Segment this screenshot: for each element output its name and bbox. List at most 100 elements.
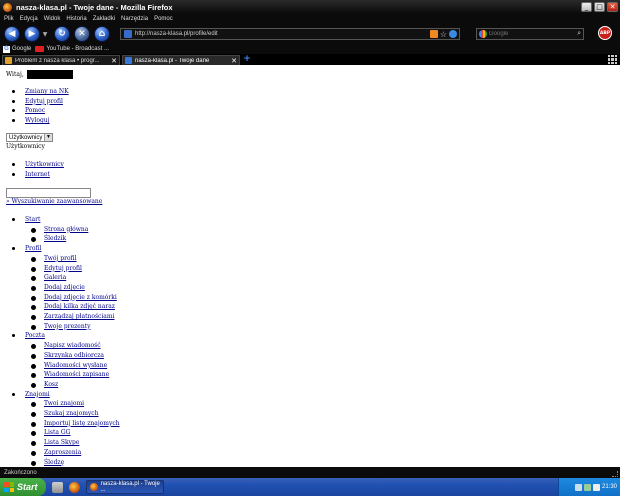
sub-link[interactable]: Zarządzaj płatnościami: [44, 313, 115, 320]
url-bar[interactable]: http://nasza-klasa.pl/profile/edit ☆: [120, 28, 460, 40]
sub-link[interactable]: Napisz wiadomość: [44, 342, 101, 349]
quicklaunch-firefox-icon[interactable]: [69, 481, 80, 493]
sub-link[interactable]: Lista GG: [44, 429, 70, 436]
link-zmiany-na-nk[interactable]: Zmiany na NK: [25, 88, 69, 95]
list-item: Dodaj zdjęcie z komórki: [25, 293, 120, 303]
forward-button[interactable]: ▶: [24, 26, 40, 42]
stop-button[interactable]: ✕: [74, 26, 90, 42]
link-uzytkownicy[interactable]: Użytkownicy: [25, 161, 64, 168]
menu-historia[interactable]: Historia: [66, 16, 86, 22]
list-item: Skrzynka odbiorcza: [25, 351, 120, 361]
redacted-username: [26, 70, 73, 79]
taskbar: Start nasza-klasa.pl - Twoje ... 21:30: [0, 478, 620, 496]
site-favicon-icon: [124, 30, 132, 38]
sub-link[interactable]: Szukaj znajomych: [44, 410, 99, 417]
history-dropdown-icon[interactable]: ▼: [40, 26, 50, 42]
sub-link[interactable]: Twój profil: [44, 255, 77, 262]
bookmark-youtube[interactable]: YouTube - Broadcast ...: [35, 46, 109, 52]
clock[interactable]: 21:30: [602, 484, 617, 490]
new-tab-button[interactable]: +: [242, 55, 252, 65]
menu-plik[interactable]: Plik: [4, 16, 14, 22]
link-wyloguj[interactable]: Wyloguj: [25, 117, 50, 124]
sub-link[interactable]: Skrzynka odbiorcza: [44, 352, 104, 359]
list-item: Śledzę: [25, 458, 120, 467]
quicklaunch-desktop-icon[interactable]: [52, 481, 63, 493]
home-button[interactable]: ⌂: [94, 26, 110, 42]
link-edytuj-profil[interactable]: Edytuj profil: [25, 98, 63, 105]
list-item: Kosz: [25, 380, 120, 390]
start-button[interactable]: Start: [0, 478, 46, 496]
tab-close-icon[interactable]: ✕: [231, 57, 237, 65]
tray-app-icon[interactable]: [574, 483, 582, 491]
section-link[interactable]: Profil: [25, 245, 41, 252]
go-icon[interactable]: [449, 30, 457, 38]
list-item: Dodaj kilka zdjęć naraz: [25, 302, 120, 312]
resize-grip-icon[interactable]: [612, 471, 618, 477]
sub-link[interactable]: Dodaj zdjęcie: [44, 284, 85, 291]
menu-widok[interactable]: Widok: [44, 16, 61, 22]
maximize-button[interactable]: □: [594, 2, 605, 12]
firefox-icon: [90, 483, 98, 491]
minimize-button[interactable]: _: [581, 2, 592, 12]
sub-link[interactable]: Galeria: [44, 274, 66, 281]
network-icon[interactable]: [583, 483, 591, 491]
rss-icon[interactable]: [429, 30, 438, 38]
search-scope-select[interactable]: Użytkownicy ▼: [6, 133, 53, 142]
tab-close-icon[interactable]: ✕: [111, 57, 117, 65]
link-pomoc[interactable]: Pomoc: [25, 107, 45, 114]
tab-twoje-dane[interactable]: nasza-klasa.pl - Twoje dane ✕: [122, 55, 240, 65]
sub-link[interactable]: Śledzik: [44, 235, 66, 242]
section-link[interactable]: Znajomi: [25, 391, 50, 398]
sub-link[interactable]: Importuj listę znajomych: [44, 420, 120, 427]
url-text[interactable]: http://nasza-klasa.pl/profile/edit: [135, 31, 430, 37]
sub-link[interactable]: Dodaj zdjęcie z komórki: [44, 294, 117, 301]
reload-button[interactable]: ↻: [54, 26, 70, 42]
volume-icon[interactable]: [592, 483, 600, 491]
search-icon[interactable]: ⌕: [577, 30, 581, 38]
sub-link[interactable]: Twoje prezenty: [44, 323, 91, 330]
select-caption: Użytkownicy: [6, 143, 45, 150]
list-item: Twoi znajomi: [25, 399, 120, 409]
tab-problem[interactable]: Problem z nasza klasa • progr... ✕: [2, 55, 120, 65]
bookmark-star-icon[interactable]: ☆: [440, 30, 447, 39]
chevron-down-icon[interactable]: ▼: [44, 134, 52, 141]
menu-edycja[interactable]: Edycja: [20, 16, 38, 22]
section-link[interactable]: Start: [25, 216, 40, 223]
sub-link[interactable]: Wiadomości zapisane: [44, 371, 109, 378]
taskbar-item-firefox[interactable]: nasza-klasa.pl - Twoje ...: [86, 480, 164, 494]
menu-pomoc[interactable]: Pomoc: [154, 16, 173, 22]
section-poczta: Poczta Napisz wiadomość Skrzynka odbiorc…: [6, 331, 120, 389]
sub-link[interactable]: Zaproszenia: [44, 449, 81, 456]
sub-link[interactable]: Wiadomości wysłane: [44, 362, 107, 369]
section-link[interactable]: Poczta: [25, 332, 45, 339]
close-button[interactable]: ✕: [607, 2, 618, 12]
google-icon[interactable]: [479, 30, 487, 38]
list-item: Strona główna: [25, 225, 120, 235]
list-item: Lista Skype: [25, 438, 120, 448]
nk-favicon-icon: [125, 57, 132, 64]
sub-link[interactable]: Twoi znajomi: [44, 400, 84, 407]
menu-zakladki[interactable]: Zakładki: [93, 16, 115, 22]
adblock-icon[interactable]: ABP: [598, 26, 612, 40]
sub-link[interactable]: Lista Skype: [44, 439, 79, 446]
sub-link[interactable]: Dodaj kilka zdjęć naraz: [44, 303, 115, 310]
tab-list-icon[interactable]: [608, 55, 617, 64]
top-links: Zmiany na NK Edytuj profil Pomoc Wyloguj: [6, 87, 69, 126]
sub-link[interactable]: Śledzę: [44, 459, 64, 466]
search-input[interactable]: [489, 31, 578, 37]
advanced-search-link[interactable]: » Wyszukiwanie zaawansowane: [6, 198, 102, 205]
sub-link[interactable]: Kosz: [44, 381, 58, 388]
back-button[interactable]: ◀: [4, 26, 20, 42]
list-item: Wyloguj: [6, 116, 69, 126]
bookmark-label: Google: [12, 46, 32, 52]
list-item: Twoje prezenty: [25, 322, 120, 332]
menu-narzedzia[interactable]: Narzędzia: [121, 16, 148, 22]
google-icon: G: [3, 45, 10, 53]
sub-link[interactable]: Edytuj profil: [44, 265, 82, 272]
sub-link[interactable]: Strona główna: [44, 226, 88, 233]
site-search-input[interactable]: [6, 188, 91, 198]
link-internet[interactable]: Internet: [25, 171, 50, 178]
taskbar-item-label: nasza-klasa.pl - Twoje ...: [100, 481, 160, 493]
search-bar[interactable]: ⌕: [476, 28, 584, 40]
bookmark-google[interactable]: G Google: [3, 45, 32, 53]
